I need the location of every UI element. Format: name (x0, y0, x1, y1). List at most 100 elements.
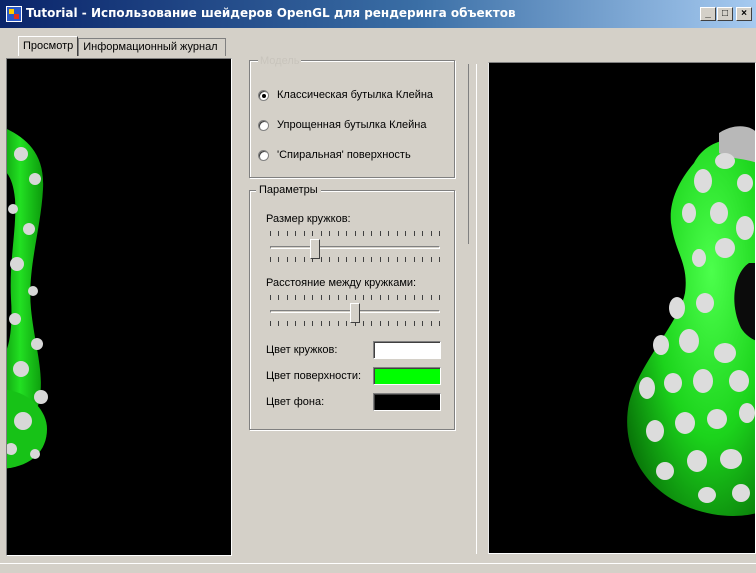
background-color-row: Цвет фона: (266, 393, 442, 411)
klein-bottle-render-right (627, 126, 755, 516)
spot-spacing-thumb[interactable] (350, 303, 360, 323)
slider-tick (278, 257, 279, 262)
spot-color-label: Цвет кружков: (266, 344, 338, 356)
slider-tick (346, 295, 347, 300)
slider-tick (380, 321, 381, 326)
slider-tick (278, 231, 279, 236)
slider-tick (439, 231, 440, 236)
slider-tick (414, 321, 415, 326)
slider-tick (329, 295, 330, 300)
window-title: Tutorial - Использование шейдеров OpenGL… (26, 6, 516, 20)
radio-simplified-klein-indicator[interactable] (258, 119, 269, 131)
slider-tick (338, 295, 339, 300)
minimize-button[interactable]: _ (700, 7, 716, 21)
slider-tick (270, 257, 271, 262)
slider-tick (388, 295, 389, 300)
slider-tick (405, 257, 406, 262)
spot-size-label: Размер кружков: (266, 213, 351, 225)
slider-tick (371, 295, 372, 300)
slider-tick (321, 321, 322, 326)
spot-size-track[interactable] (270, 246, 440, 249)
spot-color-row: Цвет кружков: (266, 341, 442, 359)
maximize-button[interactable]: □ (717, 7, 733, 21)
tab-info-log[interactable]: Информационный журнал (78, 38, 227, 56)
slider-tick (397, 257, 398, 262)
slider-tick (278, 321, 279, 326)
radio-spiral-surface-label: 'Спиральная' поверхность (277, 149, 411, 161)
title-bar[interactable]: Tutorial - Использование шейдеров OpenGL… (0, 0, 756, 28)
slider-tick (321, 231, 322, 236)
slider-tick (363, 321, 364, 326)
spot-spacing-slider[interactable] (270, 295, 440, 331)
slider-tick (397, 321, 398, 326)
slider-tick (371, 257, 372, 262)
tab-view[interactable]: Просмотр (18, 36, 79, 56)
slider-tick (405, 295, 406, 300)
slider-tick (270, 231, 271, 236)
slider-tick (414, 231, 415, 236)
slider-tick (388, 321, 389, 326)
slider-tick (321, 257, 322, 262)
close-button[interactable]: × (736, 7, 752, 21)
spot-spacing-label: Расстояние между кружками: (266, 277, 417, 289)
slider-tick (304, 257, 305, 262)
slider-tick (295, 231, 296, 236)
radio-simplified-klein[interactable]: Упрощенная бутылка Клейна (258, 119, 426, 131)
klein-bottle-render-left (7, 129, 48, 469)
slider-tick (422, 295, 423, 300)
radio-spiral-surface[interactable]: 'Спиральная' поверхность (258, 149, 411, 161)
slider-tick (431, 257, 432, 262)
slider-tick (270, 321, 271, 326)
slider-tick (388, 231, 389, 236)
model-groupbox: Модель Классическая бутылка Клейна Упрощ… (249, 55, 455, 178)
slider-tick (363, 231, 364, 236)
slider-tick (380, 231, 381, 236)
slider-tick (321, 295, 322, 300)
spot-size-thumb[interactable] (310, 239, 320, 259)
spot-size-slider[interactable] (270, 231, 440, 267)
caption-buttons: _ □ × (700, 7, 752, 21)
radio-simplified-klein-label: Упрощенная бутылка Клейна (277, 119, 427, 131)
splitter-handle-right[interactable] (476, 64, 483, 554)
slider-tick (338, 231, 339, 236)
spot-color-swatch[interactable] (373, 341, 441, 359)
slider-tick (304, 231, 305, 236)
slider-tick (397, 295, 398, 300)
slider-tick (422, 257, 423, 262)
tab-strip: Просмотр Информационный журнал (18, 36, 227, 56)
spot-spacing-ticks-top (270, 295, 440, 300)
app-icon[interactable] (6, 6, 22, 22)
radio-spiral-surface-indicator[interactable] (258, 149, 269, 161)
slider-tick (295, 257, 296, 262)
slider-tick (422, 321, 423, 326)
slider-tick (287, 231, 288, 236)
slider-tick (329, 321, 330, 326)
spot-size-ticks-top (270, 231, 440, 236)
slider-tick (346, 321, 347, 326)
slider-tick (338, 257, 339, 262)
background-color-label: Цвет фона: (266, 396, 325, 408)
splitter-handle[interactable] (462, 64, 469, 244)
slider-tick (363, 295, 364, 300)
render-viewport-right[interactable] (488, 62, 756, 554)
slider-tick (380, 257, 381, 262)
background-color-swatch[interactable] (373, 393, 441, 411)
slider-tick (278, 295, 279, 300)
slider-tick (329, 231, 330, 236)
slider-tick (346, 257, 347, 262)
surface-color-row: Цвет поверхности: (266, 367, 442, 385)
slider-tick (295, 321, 296, 326)
spot-size-ticks-bottom (270, 257, 440, 262)
parameters-groupbox-legend: Параметры (256, 184, 321, 197)
slider-tick (397, 231, 398, 236)
slider-tick (431, 321, 432, 326)
slider-tick (346, 231, 347, 236)
parameters-groupbox: Параметры Размер кружков: Расстояние меж… (249, 184, 455, 430)
render-viewport-left[interactable] (6, 58, 232, 556)
radio-classic-klein-indicator[interactable] (258, 89, 269, 101)
slider-tick (287, 257, 288, 262)
surface-color-swatch[interactable] (373, 367, 441, 385)
radio-classic-klein[interactable]: Классическая бутылка Клейна (258, 89, 433, 101)
slider-tick (414, 295, 415, 300)
slider-tick (338, 321, 339, 326)
